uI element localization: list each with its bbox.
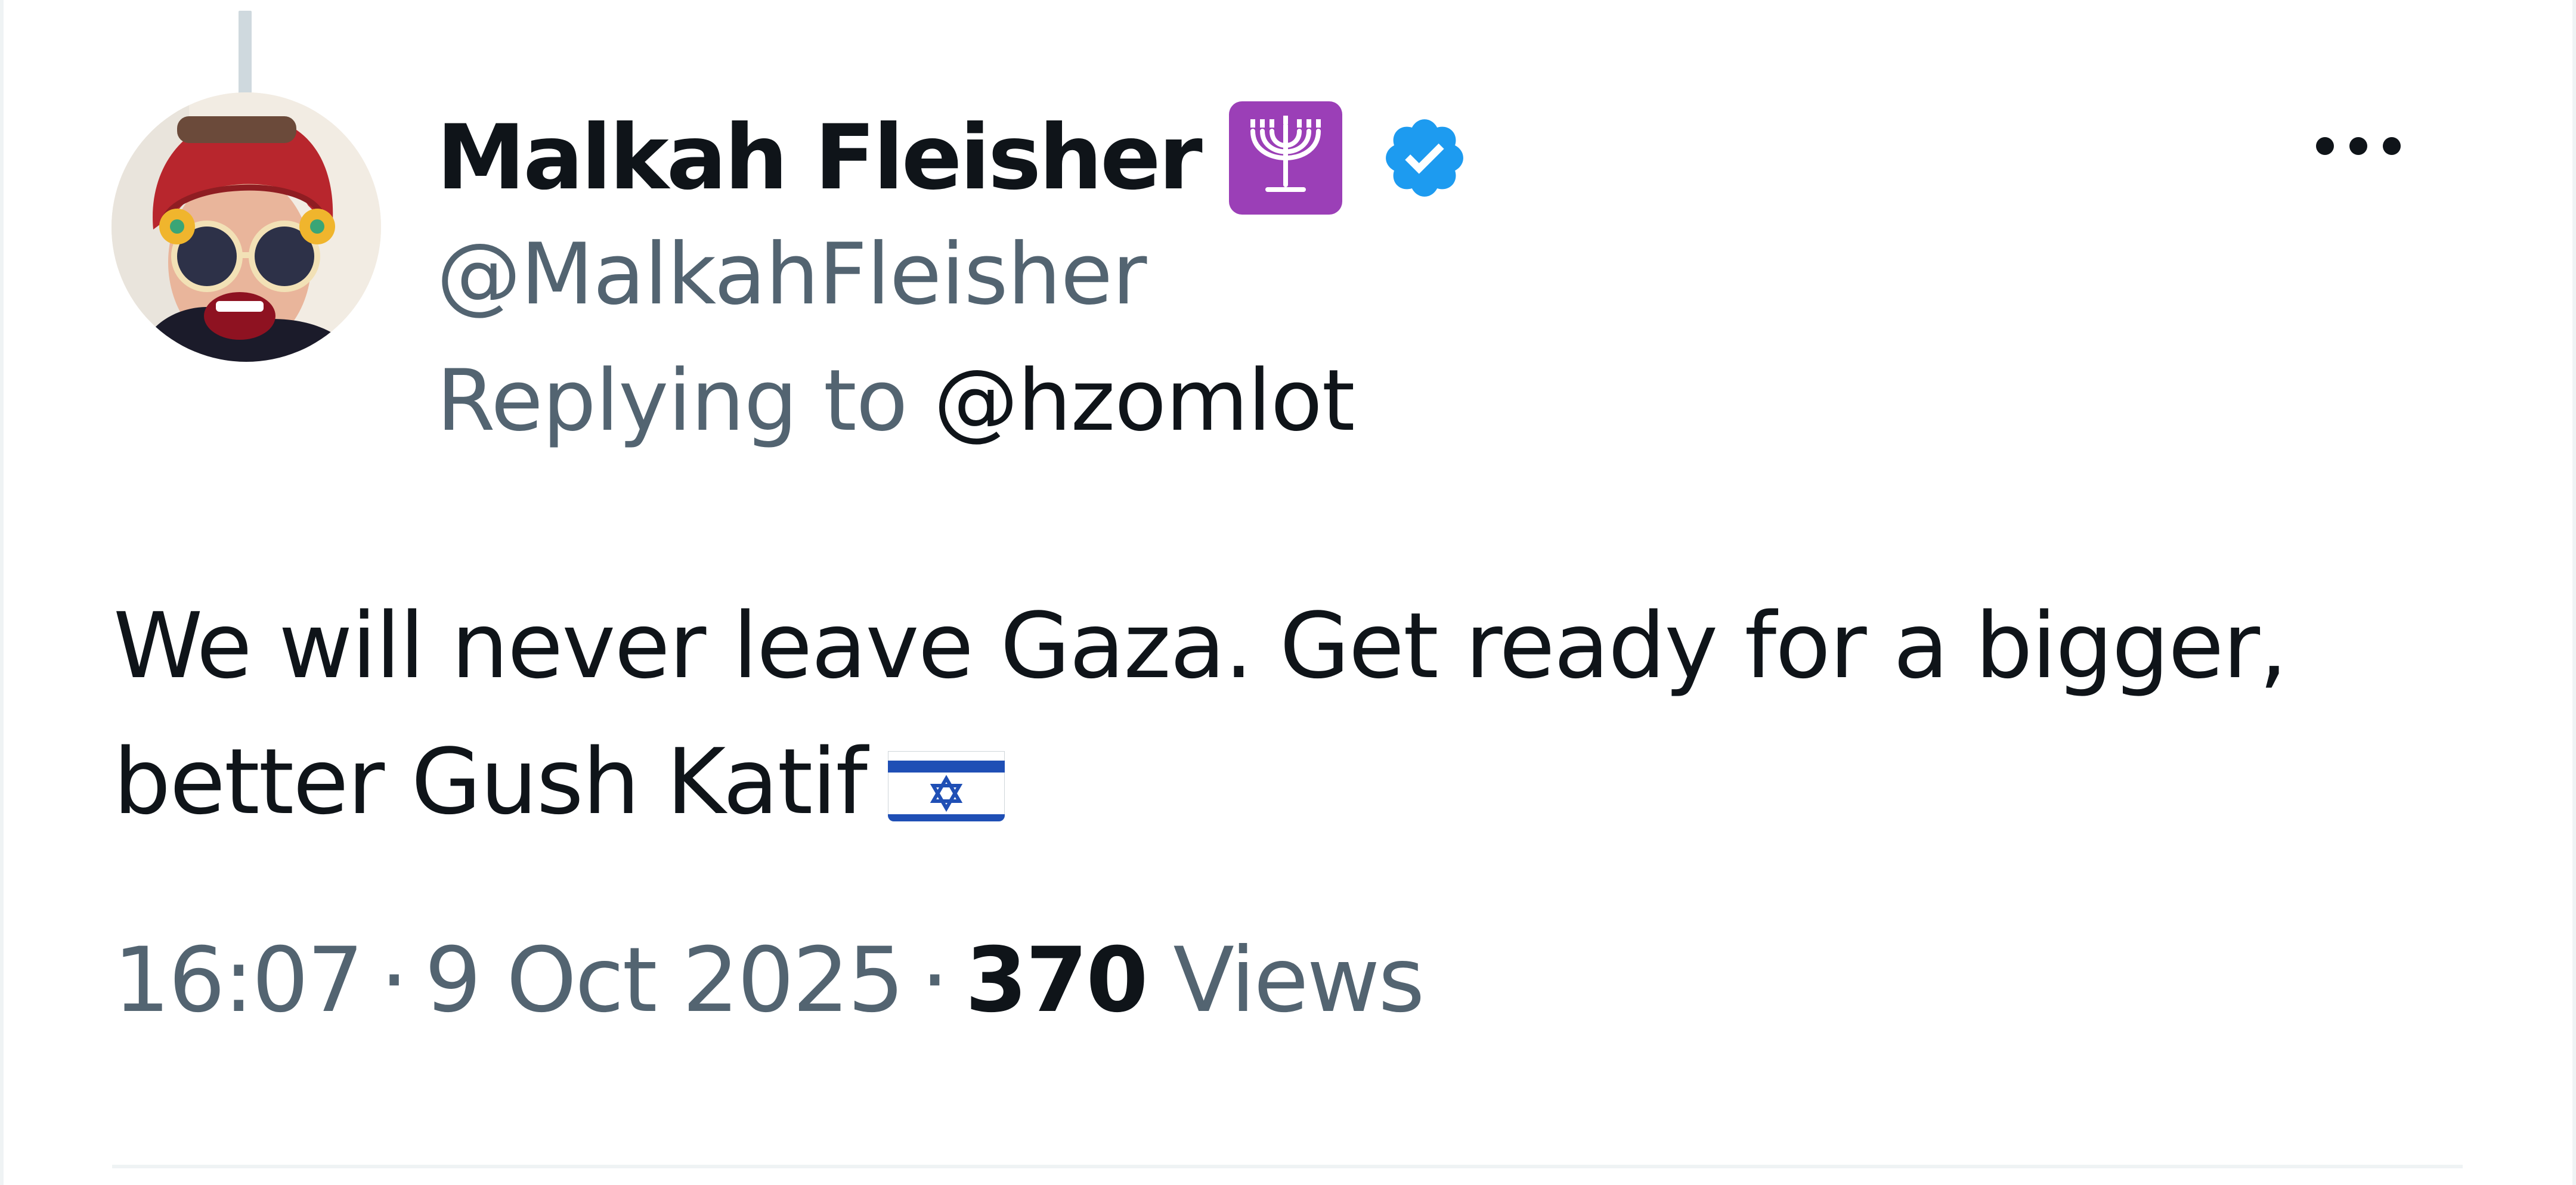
tweet-meta: 16:07 · 9 Oct 2025 · 370 Views (113, 936, 1425, 1025)
more-options-icon (2316, 137, 2334, 155)
name-row: Malkah Fleisher (436, 89, 1470, 227)
menorah-emoji-icon (1228, 101, 1342, 215)
views-label: Views (1173, 929, 1425, 1032)
tweet-date[interactable]: 9 Oct 2025 (425, 929, 905, 1032)
tweet-text: We will never leave Gaza. Get ready for … (113, 593, 2287, 835)
verified-badge-icon[interactable] (1379, 113, 1470, 203)
views-count[interactable]: 370 (965, 929, 1148, 1032)
meta-separator: · (920, 929, 949, 1032)
more-options-button[interactable] (2302, 119, 2415, 173)
author-handle[interactable]: @MalkahFleisher (436, 232, 1470, 317)
author-info: Malkah Fleisher @MalkahFleisher Replying… (436, 89, 1470, 443)
tweet-time[interactable]: 16:07 (113, 929, 364, 1032)
tweet-body: We will never leave Gaza. Get ready for … (113, 578, 2439, 850)
avatar[interactable] (112, 92, 381, 362)
author-display-name[interactable]: Malkah Fleisher (436, 113, 1203, 203)
replying-to: Replying to @hzomlot (436, 359, 1470, 443)
thread-connector-line (239, 11, 252, 97)
israel-flag-icon (887, 737, 1005, 821)
divider (112, 1165, 2463, 1168)
meta-separator: · (380, 929, 408, 1032)
profile-photo-avatar (112, 92, 381, 362)
replying-to-label: Replying to (436, 352, 908, 450)
more-options-dot (2349, 137, 2367, 155)
more-options-dot (2383, 137, 2401, 155)
reply-target-link[interactable]: @hzomlot (934, 352, 1355, 450)
